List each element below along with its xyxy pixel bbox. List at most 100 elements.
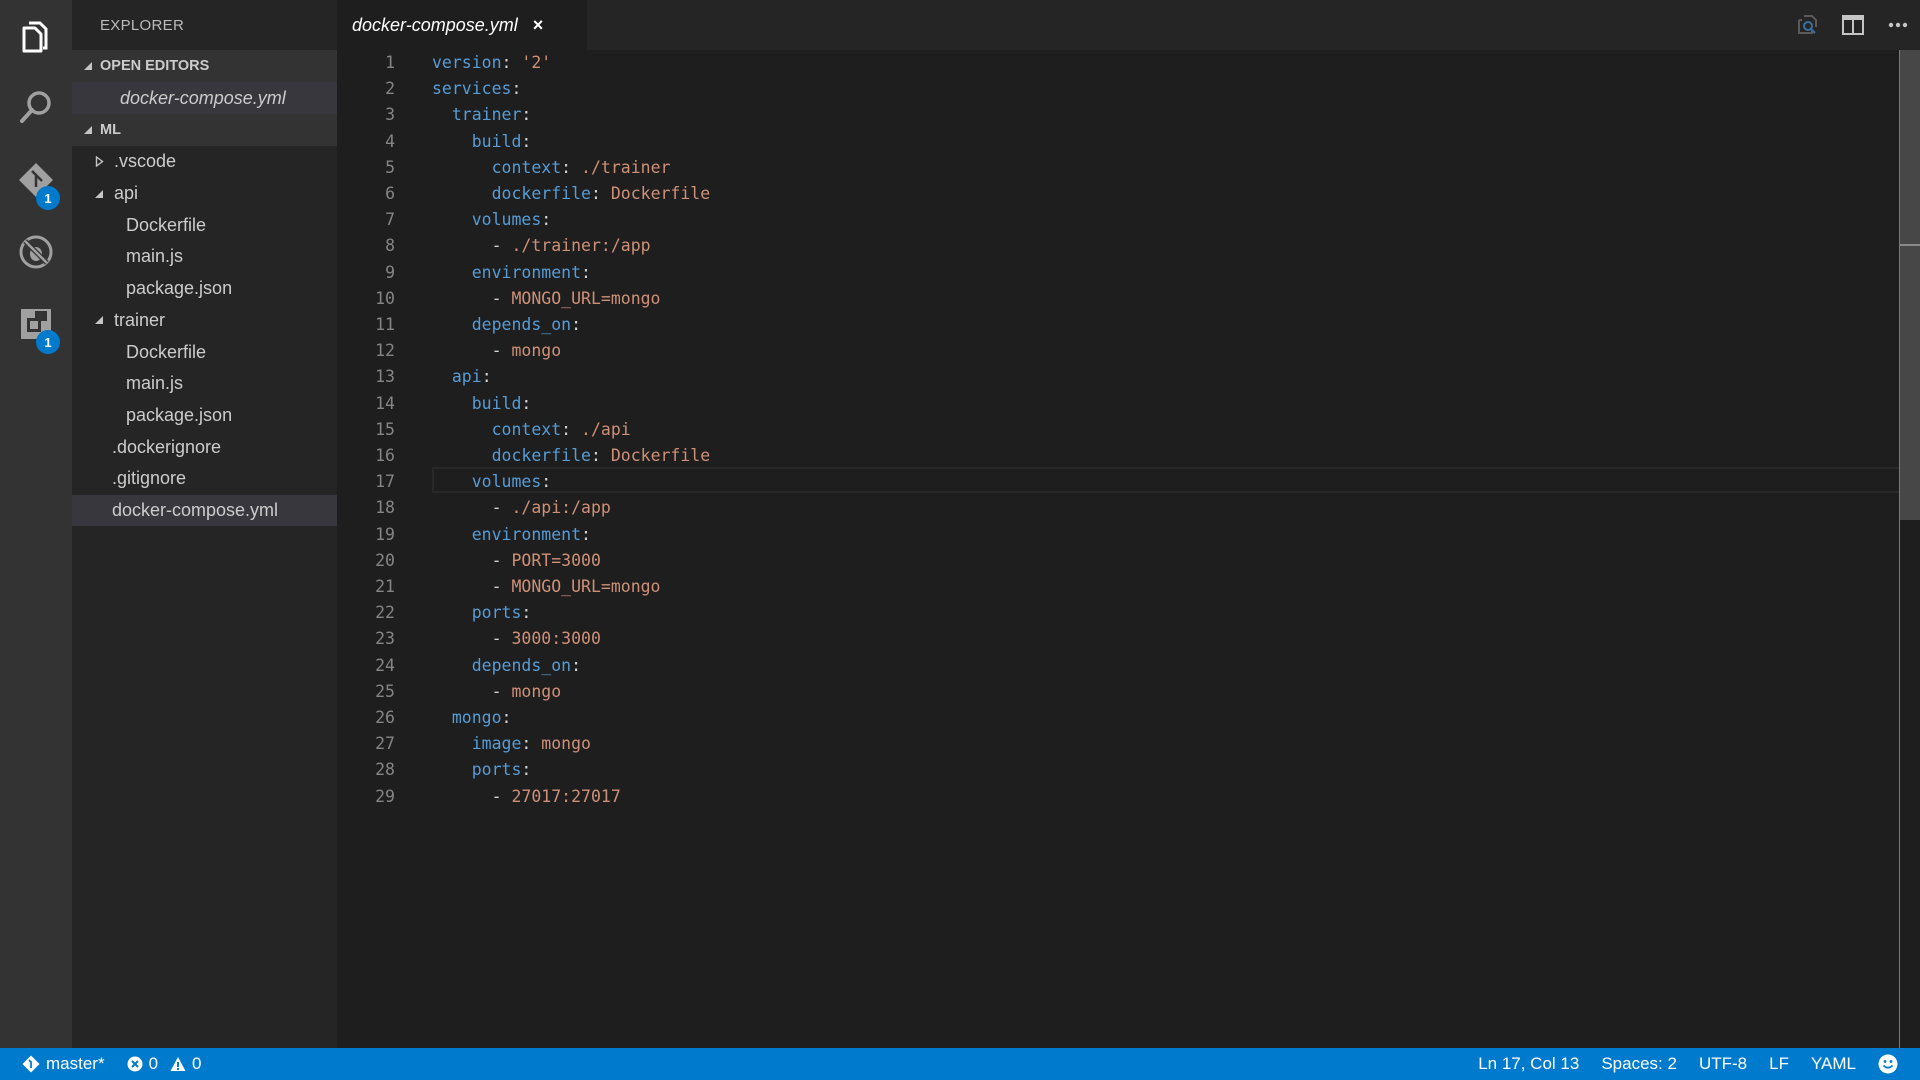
code-line[interactable]: 24 depends_on:	[337, 653, 1899, 679]
line-number: 2	[385, 79, 395, 99]
code-line[interactable]: 4 build:	[337, 129, 1899, 155]
open-preview-button[interactable]	[1785, 0, 1830, 50]
code-line[interactable]: 8 - ./trainer:/app	[337, 233, 1899, 259]
tree-item-label: Dockerfile	[126, 214, 207, 235]
code-line[interactable]: 14 build:	[337, 391, 1899, 417]
yaml-value: 3000:3000	[511, 629, 601, 649]
code-line[interactable]: 13 api:	[337, 364, 1899, 390]
line-content: services:	[432, 76, 521, 102]
close-icon[interactable]: ×	[533, 15, 544, 36]
tree-file-main-js[interactable]: main.js	[72, 241, 337, 273]
code-line[interactable]: 3 trainer:	[337, 102, 1899, 128]
indentation-status[interactable]: Spaces: 2	[1601, 1054, 1677, 1074]
code-line[interactable]: 5 context: ./trainer	[337, 155, 1899, 181]
code-token: :	[521, 760, 532, 780]
activity-search[interactable]	[0, 75, 72, 139]
open-editors-header[interactable]: OPEN EDITORS	[72, 50, 337, 82]
language-status[interactable]: YAML	[1811, 1054, 1856, 1074]
line-content: dockerfile: Dockerfile	[432, 181, 711, 207]
code-token: -	[491, 629, 512, 649]
code-line[interactable]: 26 mongo:	[337, 705, 1899, 731]
open-editor-item[interactable]: docker-compose.yml	[72, 82, 337, 114]
tree-file-package-json[interactable]: package.json	[72, 400, 337, 432]
tree-folder-vscode[interactable]: .vscode	[72, 146, 337, 178]
tree-file-dockerfile[interactable]: Dockerfile	[72, 336, 337, 368]
code-line[interactable]: 12 - mongo	[337, 338, 1899, 364]
sidebar-title: EXPLORER	[100, 17, 185, 34]
line-content: - PORT=3000	[432, 548, 601, 574]
code-line[interactable]: 19 environment:	[337, 522, 1899, 548]
encoding-status[interactable]: UTF-8	[1699, 1054, 1747, 1074]
scrollbar-slider[interactable]	[1900, 50, 1920, 520]
tree-file-package-json[interactable]: package.json	[72, 273, 337, 305]
tree-file-dockerignore[interactable]: .dockerignore	[72, 431, 337, 463]
tree-item-label: package.json	[126, 404, 233, 425]
code-line[interactable]: 25 - mongo	[337, 679, 1899, 705]
tree-file-gitignore[interactable]: .gitignore	[72, 463, 337, 495]
activity-extensions[interactable]: 1	[0, 292, 72, 356]
code-token: :	[481, 367, 492, 387]
code-line[interactable]: 7 volumes:	[337, 207, 1899, 233]
problems-status[interactable]: 0 0	[127, 1054, 202, 1074]
tree-item-label: .vscode	[114, 151, 177, 172]
code-line[interactable]: 15 context: ./api	[337, 417, 1899, 443]
code-token: :	[501, 53, 522, 72]
code-line[interactable]: 28 ports:	[337, 757, 1899, 783]
editor-actions	[1785, 0, 1920, 50]
split-editor-button[interactable]	[1830, 0, 1875, 50]
activity-debug[interactable]	[0, 220, 72, 284]
code-editor[interactable]: 1 version: '2' 2 services: 3 trainer: 4 build…	[337, 50, 1920, 1048]
code-line[interactable]: 10 - MONGO_URL=mongo	[337, 286, 1899, 312]
code-line[interactable]: 11 depends_on:	[337, 312, 1899, 338]
code-line[interactable]: 16 dockerfile: Dockerfile	[337, 443, 1899, 469]
tree-folder-api[interactable]: api	[72, 178, 337, 210]
code-line[interactable]: 6 dockerfile: Dockerfile	[337, 181, 1899, 207]
code-line[interactable]: 23 - 3000:3000	[337, 626, 1899, 652]
yaml-key: context	[491, 419, 562, 439]
code-line[interactable]: 27 image: mongo	[337, 731, 1899, 757]
tab-docker-compose[interactable]: docker-compose.yml ×	[337, 0, 587, 50]
tree-file-dockerfile[interactable]: Dockerfile	[72, 209, 337, 241]
line-content: - 27017:27017	[432, 784, 621, 810]
open-editor-label: docker-compose.yml	[120, 87, 286, 108]
editor-scrollbar[interactable]	[1899, 50, 1920, 1048]
code-line[interactable]: 9 environment:	[337, 260, 1899, 286]
line-content: - ./api:/app	[432, 495, 611, 521]
line-number: 12	[375, 341, 395, 361]
code-line[interactable]: 21 - MONGO_URL=mongo	[337, 574, 1899, 600]
source-control-badge: 1	[36, 186, 60, 210]
yaml-key: mongo	[451, 708, 502, 727]
folder-ml-header[interactable]: ML	[72, 114, 337, 146]
code-line[interactable]: 2 services:	[337, 76, 1899, 102]
feedback-button[interactable]	[1878, 1054, 1904, 1074]
code-line[interactable]: 17 volumes:	[337, 467, 1899, 495]
activity-explorer[interactable]	[0, 4, 72, 68]
tree-file-docker-compose-yml[interactable]: docker-compose.yml	[72, 494, 337, 527]
line-number: 11	[375, 315, 395, 334]
code-line[interactable]: 20 - PORT=3000	[337, 548, 1899, 574]
line-number: 28	[375, 760, 395, 780]
code-line[interactable]: 29 - 27017:27017	[337, 784, 1899, 810]
yaml-key: trainer	[451, 105, 522, 125]
more-actions-button[interactable]	[1875, 0, 1920, 50]
eol-status[interactable]: LF	[1769, 1054, 1789, 1074]
tree-file-main-js[interactable]: main.js	[72, 368, 337, 400]
line-number: 14	[375, 393, 395, 413]
activity-source-control[interactable]: 1	[0, 148, 72, 212]
cursor-position-status[interactable]: Ln 17, Col 13	[1478, 1054, 1579, 1074]
yaml-value: mongo	[511, 681, 562, 701]
search-icon	[20, 91, 51, 123]
code-line[interactable]: 22 ports:	[337, 600, 1899, 626]
line-content: environment:	[432, 260, 591, 286]
code-token: :	[521, 131, 532, 151]
tree-folder-trainer[interactable]: trainer	[72, 305, 337, 337]
code-line[interactable]: 18 - ./api:/app	[337, 495, 1899, 521]
code-line[interactable]: 1 version: '2'	[337, 50, 1899, 76]
branch-status[interactable]: master*	[22, 1054, 105, 1074]
